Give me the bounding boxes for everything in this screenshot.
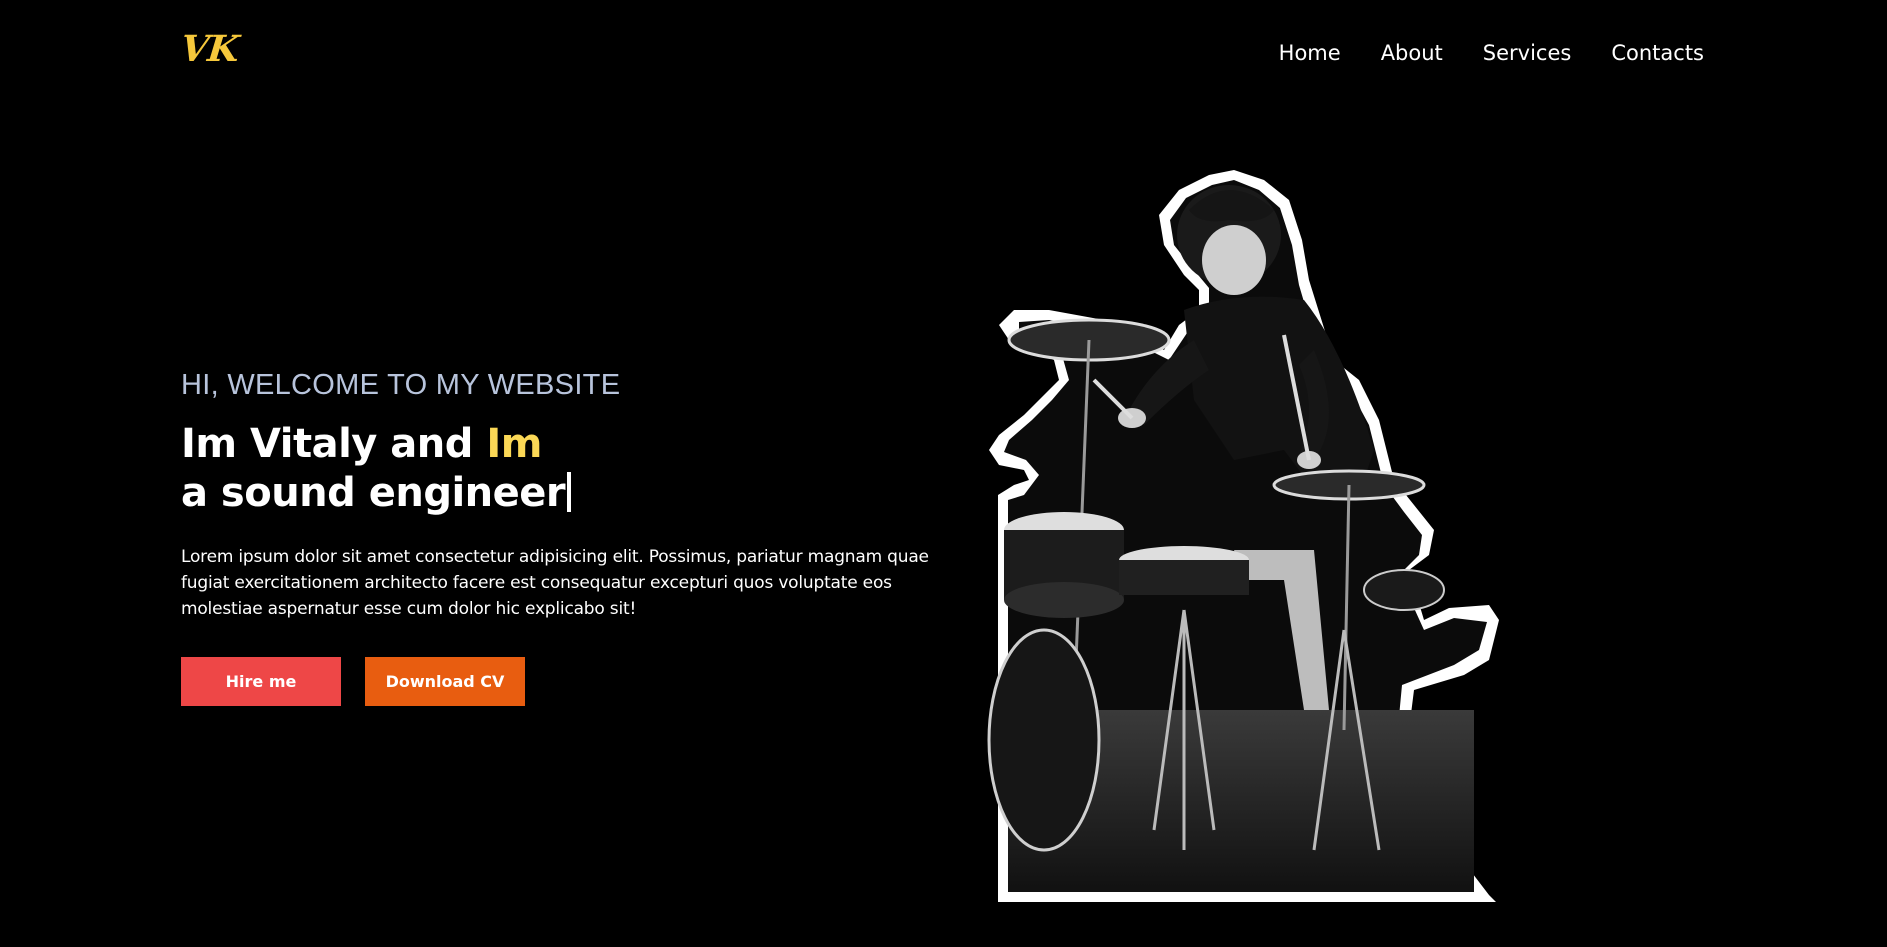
headline-part1: Im Vitaly and	[181, 421, 487, 467]
headline-accent: Im	[486, 421, 542, 467]
hero-buttons: Hire me Download CV	[181, 657, 941, 706]
nav-services[interactable]: Services	[1483, 41, 1572, 65]
hero-intro: HI, WELCOME TO MY WEBSITE Im Vitaly and …	[181, 364, 941, 706]
drummer-illustration	[987, 170, 1499, 902]
site-header: VK Home About Services Contacts	[0, 0, 1887, 108]
welcome-text: HI, WELCOME TO MY WEBSITE	[181, 369, 621, 401]
nav-about[interactable]: About	[1381, 41, 1443, 65]
headline: Im Vitaly and Im a sound engineer	[181, 420, 941, 518]
logo[interactable]: VK	[179, 28, 241, 70]
nav-home[interactable]: Home	[1279, 41, 1341, 65]
typing-cursor	[567, 472, 572, 512]
hero-image	[984, 150, 1514, 915]
hire-me-button[interactable]: Hire me	[181, 657, 341, 706]
main-nav: Home About Services Contacts	[1279, 41, 1704, 65]
hero-description: Lorem ipsum dolor sit amet consectetur a…	[181, 547, 929, 619]
nav-contacts[interactable]: Contacts	[1611, 41, 1704, 65]
headline-typed: a sound engineer	[181, 470, 566, 516]
download-cv-button[interactable]: Download CV	[365, 657, 525, 706]
